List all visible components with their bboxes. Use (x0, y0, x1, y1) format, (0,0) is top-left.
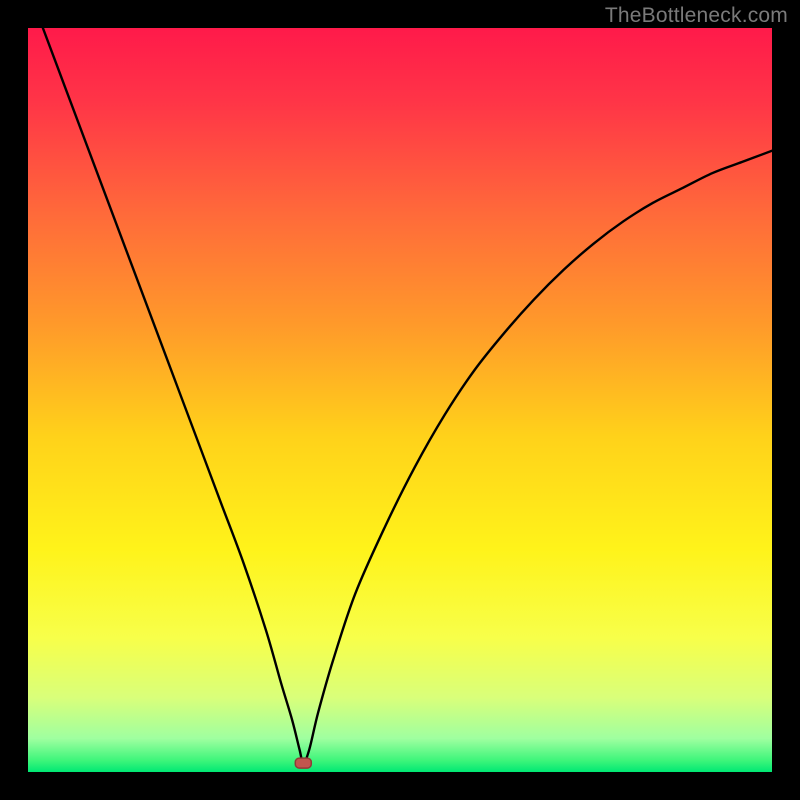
bottleneck-chart (28, 28, 772, 772)
optimal-point-marker (295, 758, 311, 768)
gradient-background (28, 28, 772, 772)
chart-frame (28, 28, 772, 772)
watermark-text: TheBottleneck.com (605, 4, 788, 28)
